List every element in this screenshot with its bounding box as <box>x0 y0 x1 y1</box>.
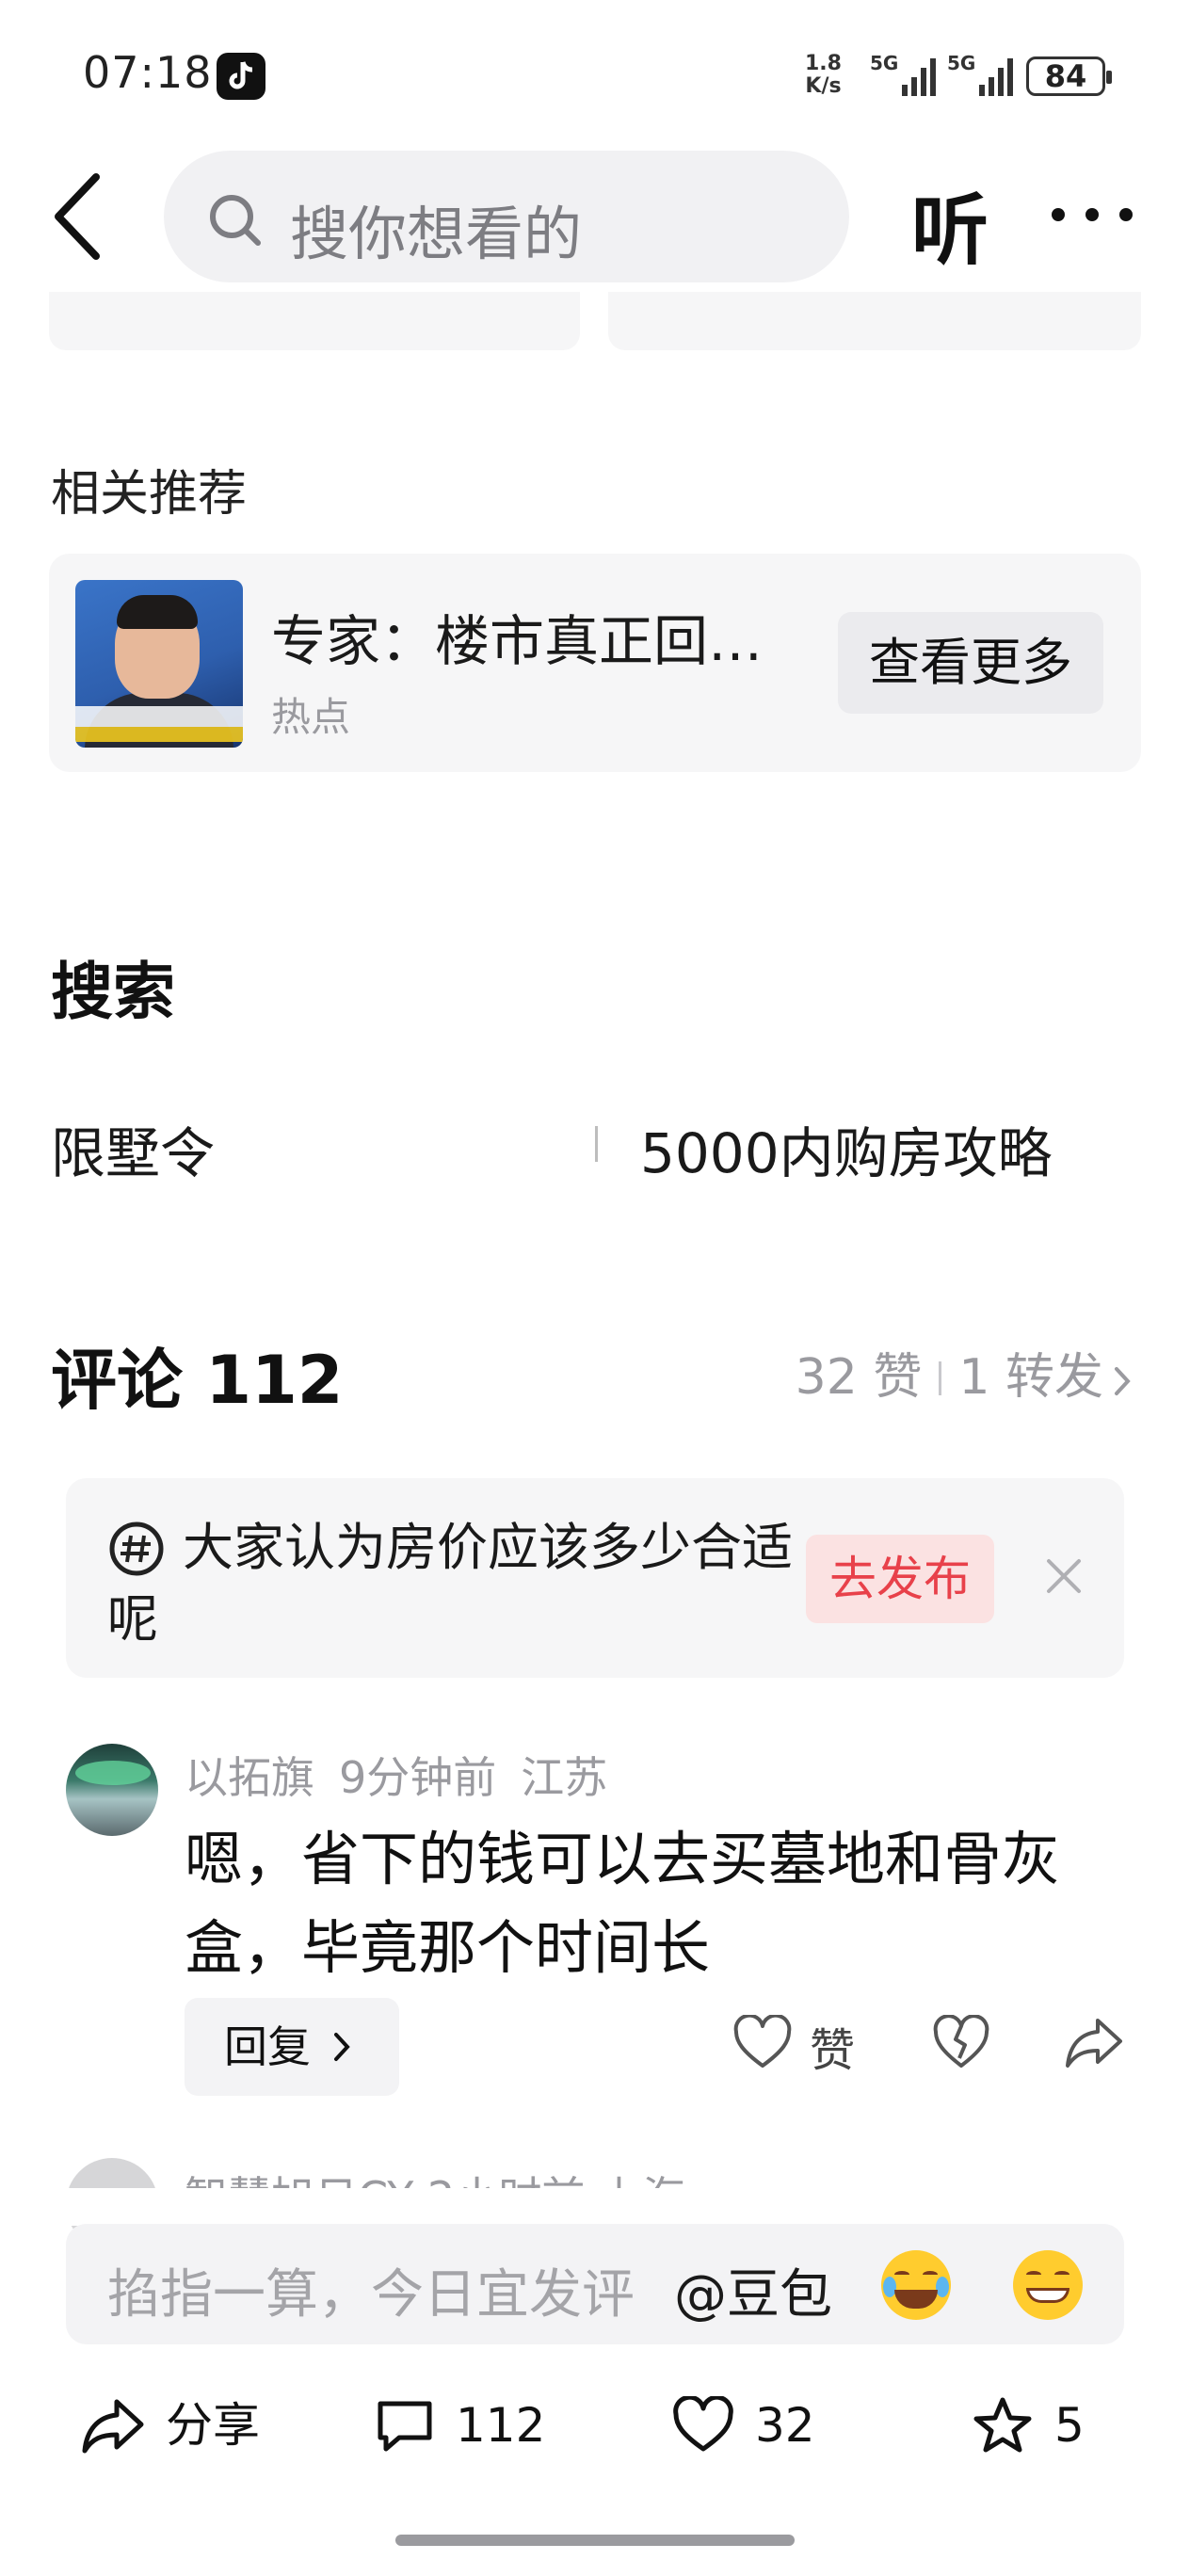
likes-count: 32 赞 <box>795 1349 923 1406</box>
search-suggestion[interactable]: 限墅令 <box>51 1109 215 1188</box>
bottom-action-bar: 分享 112 32 5 <box>0 2373 1190 2476</box>
battery-indicator: 84 <box>1026 56 1112 96</box>
comment-user[interactable]: 以拓旗 <box>185 1752 314 1803</box>
status-time: 07:18 <box>83 47 213 98</box>
comments-title: 评论 112 <box>51 1342 344 1419</box>
share-label: 分享 <box>166 2398 260 2453</box>
reply-button[interactable]: 回复 <box>185 1998 399 2096</box>
related-thumbnail <box>75 580 243 748</box>
top-bar: 搜你想看的 听 <box>0 141 1190 292</box>
related-item-title: 专家：楼市真正回… <box>271 609 764 673</box>
broken-heart-icon[interactable] <box>932 2015 990 2069</box>
back-arrow-icon[interactable] <box>49 169 105 264</box>
svg-text:5G: 5G <box>870 52 898 74</box>
related-item[interactable]: 专家：楼市真正回… 热点 查看更多 <box>49 554 1141 772</box>
home-indicator[interactable] <box>395 2535 795 2546</box>
search-icon <box>210 195 261 246</box>
reply-label: 回复 <box>224 2021 311 2072</box>
topic-card[interactable]: 大家认为房价应该多少合适呢 去发布 <box>66 1478 1124 1678</box>
previous-cards-partial <box>49 292 1141 350</box>
publish-button[interactable]: 去发布 <box>806 1535 994 1623</box>
signal-5g-icon: 5G <box>870 52 936 96</box>
comment-input[interactable]: 掐指一算，今日宜发评 @豆包 <box>66 2224 1124 2344</box>
search-input[interactable]: 搜你想看的 <box>164 151 849 282</box>
comment-meta: 以拓旗 9分钟前 江苏 <box>185 1744 632 1806</box>
comment-time: 9分钟前 <box>339 1752 497 1803</box>
divider <box>939 1361 942 1395</box>
favorite-count: 5 <box>1054 2398 1085 2453</box>
close-icon[interactable] <box>1045 1557 1083 1595</box>
chevron-right-icon <box>1115 1367 1131 1395</box>
previous-card-right[interactable] <box>608 292 1141 350</box>
search-section-title: 搜索 <box>51 956 175 1028</box>
favorite-button[interactable]: 5 <box>972 2395 1085 2455</box>
chevron-right-icon <box>334 2033 350 2061</box>
previous-card-left[interactable] <box>49 292 580 350</box>
signal-5g-icon-2: 5G <box>947 52 1013 96</box>
topic-text: 大家认为房价应该多少合适呢 <box>107 1518 793 1649</box>
comment-button[interactable]: 112 <box>375 2395 545 2455</box>
mention-button[interactable]: @豆包 <box>674 2252 832 2328</box>
related-item-tag: 热点 <box>271 694 351 740</box>
share-button[interactable]: 分享 <box>81 2395 260 2455</box>
comment-count: 112 <box>456 2398 546 2453</box>
share-icon[interactable] <box>1064 2015 1124 2069</box>
comment-text[interactable]: 嗯，省下的钱可以去买墓地和骨灰盒，毕竟那个时间长 <box>185 1815 1107 1992</box>
like-count: 32 <box>755 2398 815 2453</box>
post-stats[interactable]: 32 赞 1 转发 <box>796 1337 1132 1408</box>
laughing-crying-emoji-icon[interactable] <box>881 2250 951 2320</box>
heart-icon[interactable] <box>732 2015 793 2069</box>
avatar[interactable] <box>66 1744 158 1836</box>
tiktok-notification-icon <box>217 53 265 100</box>
see-more-button[interactable]: 查看更多 <box>838 612 1103 714</box>
status-bar: 07:18 1.8 K/s 5G 5G 84 <box>0 0 1190 141</box>
like-button[interactable]: 32 <box>672 2394 815 2455</box>
more-icon[interactable] <box>1047 203 1137 226</box>
search-suggestion[interactable]: 5000内购房攻略 <box>640 1109 1053 1188</box>
listen-button[interactable]: 听 <box>911 168 989 280</box>
scroll-mask <box>0 2188 1190 2226</box>
network-speed: 1.8 K/s <box>805 52 842 98</box>
shares-count: 1 转发 <box>958 1349 1103 1406</box>
divider <box>595 1126 598 1162</box>
related-title: 相关推荐 <box>51 466 248 523</box>
grinning-emoji-icon[interactable] <box>1013 2250 1083 2320</box>
svg-text:5G: 5G <box>947 52 975 74</box>
comment-location: 江苏 <box>521 1752 608 1803</box>
like-label[interactable]: 赞 <box>810 2013 855 2079</box>
search-placeholder: 搜你想看的 <box>290 200 583 268</box>
comment-input-placeholder: 掐指一算，今日宜发评 <box>107 2264 635 2326</box>
